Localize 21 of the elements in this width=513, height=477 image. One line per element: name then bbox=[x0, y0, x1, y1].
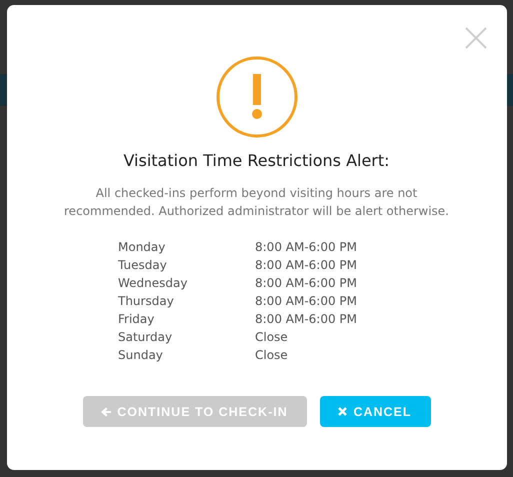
hours-text: 8:00 AM-6:00 PM bbox=[255, 239, 358, 256]
close-icon bbox=[338, 407, 348, 416]
hours-text: 8:00 AM-6:00 PM bbox=[255, 257, 358, 274]
day-label: Friday bbox=[118, 311, 156, 328]
exclamation-icon bbox=[216, 56, 298, 138]
alert-message: All checked-ins perform beyond visiting hours are not recommended. Authorized administrator will be alert otherwise. bbox=[63, 185, 450, 220]
day-label: Monday bbox=[118, 239, 166, 256]
cancel-button[interactable]: CANCEL bbox=[320, 396, 430, 427]
day-label: Sunday bbox=[118, 347, 164, 364]
day-label: Thursday bbox=[118, 293, 175, 310]
close-icon[interactable] bbox=[464, 27, 486, 49]
arrow-left-icon bbox=[101, 406, 112, 416]
day-label: Wednesday bbox=[118, 275, 188, 292]
hours-text: 8:00 AM-6:00 PM bbox=[255, 275, 358, 292]
dialog-title: Visitation Time Restrictions Alert: bbox=[123, 151, 390, 170]
hours-text: 8:00 AM-6:00 PM bbox=[255, 311, 358, 328]
hours-text: Close bbox=[255, 347, 289, 364]
day-label: Tuesday bbox=[118, 257, 168, 274]
hours-text: Close bbox=[255, 329, 289, 346]
day-label: Saturday bbox=[118, 329, 174, 346]
hours-text: 8:00 AM-6:00 PM bbox=[255, 293, 358, 310]
